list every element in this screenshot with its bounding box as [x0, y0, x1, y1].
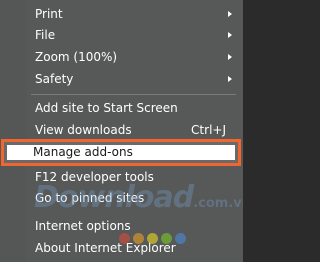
menu-item-label: File — [35, 28, 56, 42]
menu-item-safety[interactable]: Safety — [0, 68, 243, 90]
menu-item-manage-addons[interactable]: Manage add-ons — [1, 139, 241, 166]
settings-menu: Print File Zoom (100%) Safety Add site t… — [0, 0, 243, 262]
submenu-arrow-icon — [228, 11, 232, 17]
menu-item-label: View downloads — [35, 123, 132, 137]
menu-item-label: Safety — [35, 72, 74, 86]
watermark-tld: .com.vn — [193, 196, 243, 211]
watermark-dot — [133, 233, 144, 244]
menu-divider — [31, 94, 236, 95]
menu-item-label: Manage add-ons — [33, 145, 133, 159]
menu-item-print[interactable]: Print — [0, 3, 243, 25]
menu-item-label: Print — [35, 7, 63, 21]
watermark-dot — [161, 233, 172, 244]
submenu-arrow-icon — [228, 32, 232, 38]
watermark-brand: Download — [34, 180, 194, 215]
watermark-logo: Download.com.vn — [34, 180, 243, 215]
menu-item-zoom[interactable]: Zoom (100%) — [0, 46, 243, 68]
menu-item-label: Add site to Start Screen — [35, 101, 178, 115]
menu-item-view-downloads[interactable]: View downloads Ctrl+J — [0, 119, 243, 141]
shortcut-label: Ctrl+J — [191, 123, 226, 137]
menu-item-add-site[interactable]: Add site to Start Screen — [0, 97, 243, 119]
watermark-dot — [175, 233, 186, 244]
submenu-arrow-icon — [228, 54, 232, 60]
submenu-arrow-icon — [228, 76, 232, 82]
menu-item-file[interactable]: File — [0, 24, 243, 46]
watermark-dot — [147, 233, 158, 244]
menu-item-label: Zoom (100%) — [35, 50, 118, 64]
watermark-dot — [119, 233, 130, 244]
menu-item-label: Internet options — [35, 219, 131, 233]
